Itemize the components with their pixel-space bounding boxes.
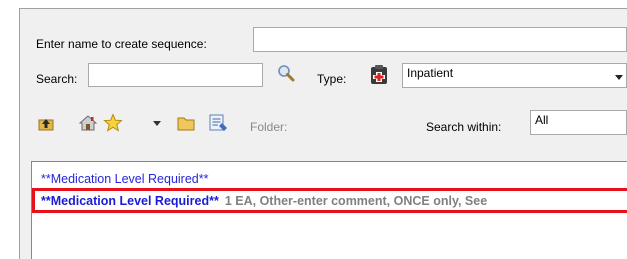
type-label: Type: (317, 72, 347, 86)
highlight-box (32, 188, 627, 213)
edit-list-icon[interactable] (207, 112, 229, 134)
type-select-value: Inpatient (407, 66, 454, 80)
folder-label: Folder: (250, 120, 288, 134)
sequence-name-input[interactable] (253, 27, 627, 52)
dropdown-arrow-icon (614, 70, 624, 84)
list-item[interactable]: **Medication Level Required** (41, 172, 208, 186)
enter-name-label: Enter name to create sequence: (36, 37, 207, 51)
favorites-dropdown-icon[interactable] (152, 119, 162, 127)
up-folder-icon[interactable] (37, 115, 55, 133)
search-label: Search: (36, 72, 78, 86)
search-within-label: Search within: (426, 120, 502, 134)
search-input[interactable] (88, 63, 263, 87)
order-type-icon (367, 63, 391, 87)
folder-icon[interactable] (176, 114, 196, 132)
favorites-star-icon[interactable] (102, 112, 124, 134)
search-within-select[interactable]: All (530, 110, 627, 135)
magnifier-icon[interactable] (276, 63, 296, 83)
type-select[interactable]: Inpatient (402, 63, 627, 88)
home-icon[interactable] (78, 113, 98, 133)
